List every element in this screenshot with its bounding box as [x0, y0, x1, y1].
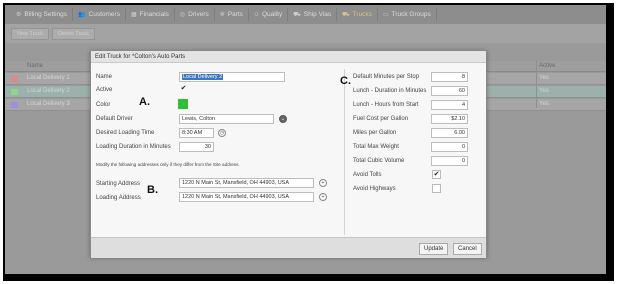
column-separator — [344, 69, 345, 235]
update-button[interactable]: Update — [419, 243, 449, 255]
name-input[interactable]: Local Delivery 2 — [179, 72, 285, 82]
loading-duration-input[interactable]: 30 — [179, 142, 214, 152]
address-note: Modify the following addresses only if t… — [96, 162, 240, 167]
lunch-hours-input[interactable]: 4 — [431, 100, 468, 110]
default-driver-select[interactable]: Lewis, Colton — [179, 114, 274, 124]
driver-dropdown-icon[interactable]: ⌄ — [279, 115, 287, 123]
users-icon: 👥 — [78, 12, 86, 18]
avoid-tolls-checkbox[interactable]: ✔ — [432, 170, 441, 179]
default-minutes-label: Default Minutes per Stop — [353, 74, 420, 80]
total-max-weight-input[interactable]: 0 — [431, 142, 468, 152]
truck-active-cell: Yes — [539, 101, 549, 107]
truck-name-cell: Local Delivery 2 — [27, 88, 70, 94]
truck-color-swatch — [11, 76, 18, 82]
nav-tab-label: Billing Settings — [24, 11, 68, 18]
toolbar: New Truck Delete Truck — [5, 24, 606, 43]
active-label: Active — [96, 87, 113, 93]
nav-tab-label: Customers — [88, 11, 120, 18]
nav-tab-trucks[interactable]: ⛟ Trucks — [337, 8, 378, 21]
truck-color-swatch — [11, 102, 18, 108]
starting-address-label: Starting Address — [96, 181, 141, 187]
nav-tab-label: Truck Groups — [391, 11, 431, 18]
color-label: Color — [96, 102, 111, 108]
steering-wheel-icon: ◎ — [179, 12, 186, 18]
truck-name-cell: Local Delivery 1 — [27, 75, 70, 81]
truck-name-cell: Local Delivery 3 — [27, 101, 70, 107]
column-header-active[interactable]: Active — [539, 63, 555, 69]
fuel-cost-input[interactable]: $2.10 — [431, 114, 468, 124]
total-max-weight-label: Total Max Weight — [353, 144, 399, 150]
annotation-marker-a: A. — [139, 96, 150, 108]
wrench-icon: ✲ — [219, 12, 225, 18]
loading-time-input[interactable]: 8:30 AM — [179, 128, 214, 138]
total-cubic-volume-label: Total Cubic Volume — [353, 158, 405, 164]
nav-tab-ship-vias[interactable]: ⛟ Ship Vias — [288, 8, 338, 21]
nav-tab-financials[interactable]: ▦ Financials — [126, 8, 175, 21]
nav-tab-label: Ship Vias — [303, 11, 332, 18]
avoid-highways-checkbox[interactable] — [432, 184, 441, 193]
new-truck-button[interactable]: New Truck — [11, 27, 49, 40]
truck-color-swatch — [11, 89, 18, 95]
avoid-tolls-label: Avoid Tolls — [353, 172, 382, 178]
name-label: Name — [96, 74, 113, 80]
miles-per-gallon-input[interactable]: 6.00 — [431, 128, 468, 138]
name-input-value: Local Delivery 2 — [182, 74, 224, 80]
truck-active-cell: Yes — [539, 75, 549, 81]
default-minutes-input[interactable]: 8 — [431, 72, 468, 82]
chart-icon: ▦ — [130, 12, 137, 18]
starting-address-input[interactable]: 1220 N Main St, Mansfield, OH 44903, USA — [179, 178, 314, 188]
nav-tab-quality[interactable]: ✩ Quality — [249, 8, 289, 21]
top-navigation: ⚙ Billing Settings 👥 Customers ▦ Financials ◎ D… — [5, 5, 606, 24]
edit-truck-dialog: Edit Truck for *Colton's Auto Parts Name… — [90, 50, 487, 258]
folder-icon: ▭ — [382, 12, 389, 18]
gear-icon: ⚙ — [16, 12, 22, 18]
nav-tab-parts[interactable]: ✲ Parts — [215, 8, 249, 21]
annotation-marker-c: C. — [340, 75, 351, 87]
color-picker-swatch[interactable] — [178, 99, 188, 109]
total-cubic-volume-input[interactable]: 0 — [431, 156, 468, 166]
fuel-cost-label: Fuel Cost per Gallon — [353, 116, 409, 122]
nav-tab-label: Quality — [261, 11, 283, 18]
loading-address-input[interactable]: 1220 N Main St, Mansfield, OH 44903, USA — [179, 192, 314, 202]
delete-truck-button[interactable]: Delete Truck — [51, 27, 95, 40]
nav-tab-label: Financials — [139, 11, 169, 18]
loading-address-label: Loading Address — [96, 195, 141, 201]
nav-tab-label: Drivers — [188, 11, 209, 18]
nav-tab-truck-groups[interactable]: ▭ Truck Groups — [378, 8, 437, 21]
clock-icon[interactable]: ◷ — [218, 129, 226, 137]
loading-duration-label: Loading Duration in Minutes — [96, 144, 171, 150]
star-icon: ✩ — [253, 12, 259, 18]
avoid-highways-label: Avoid Highways — [353, 186, 396, 192]
cancel-button[interactable]: Cancel — [453, 243, 482, 255]
nav-tab-customers[interactable]: 👥 Customers — [73, 8, 126, 21]
nav-tab-billing-settings[interactable]: ⚙ Billing Settings — [11, 8, 74, 21]
dialog-title: Edit Truck for *Colton's Auto Parts — [91, 51, 486, 63]
desired-loading-time-label: Desired Loading Time — [96, 130, 155, 136]
miles-per-gallon-label: Miles per Gallon — [353, 130, 397, 136]
lunch-duration-input[interactable]: 60 — [431, 86, 468, 96]
active-checkbox[interactable]: ✔ — [179, 85, 188, 94]
truck-icon: ⛟ — [342, 11, 350, 18]
annotation-marker-b: B. — [147, 184, 158, 196]
default-driver-label: Default Driver — [96, 116, 133, 122]
truck-icon: ⛟ — [293, 11, 301, 18]
loading-address-add-icon[interactable]: + — [319, 193, 327, 201]
lunch-duration-label: Lunch - Duration in Minutes — [353, 88, 427, 94]
nav-tab-label: Trucks — [352, 11, 372, 18]
nav-tab-drivers[interactable]: ◎ Drivers — [175, 8, 215, 21]
lunch-hours-label: Lunch - Hours from Start — [353, 102, 419, 108]
column-header-name[interactable]: Name — [27, 63, 43, 69]
truck-active-cell: Yes — [539, 88, 549, 94]
dialog-body: Name Local Delivery 2 Active ✔ Color A. … — [91, 63, 486, 237]
dialog-footer: Update Cancel — [91, 237, 486, 258]
starting-address-add-icon[interactable]: + — [319, 179, 327, 187]
nav-tab-label: Parts — [227, 11, 243, 18]
grid-column-divider — [536, 61, 537, 108]
app-window: ⚙ Billing Settings 👥 Customers ▦ Financials ◎ D… — [5, 5, 606, 274]
